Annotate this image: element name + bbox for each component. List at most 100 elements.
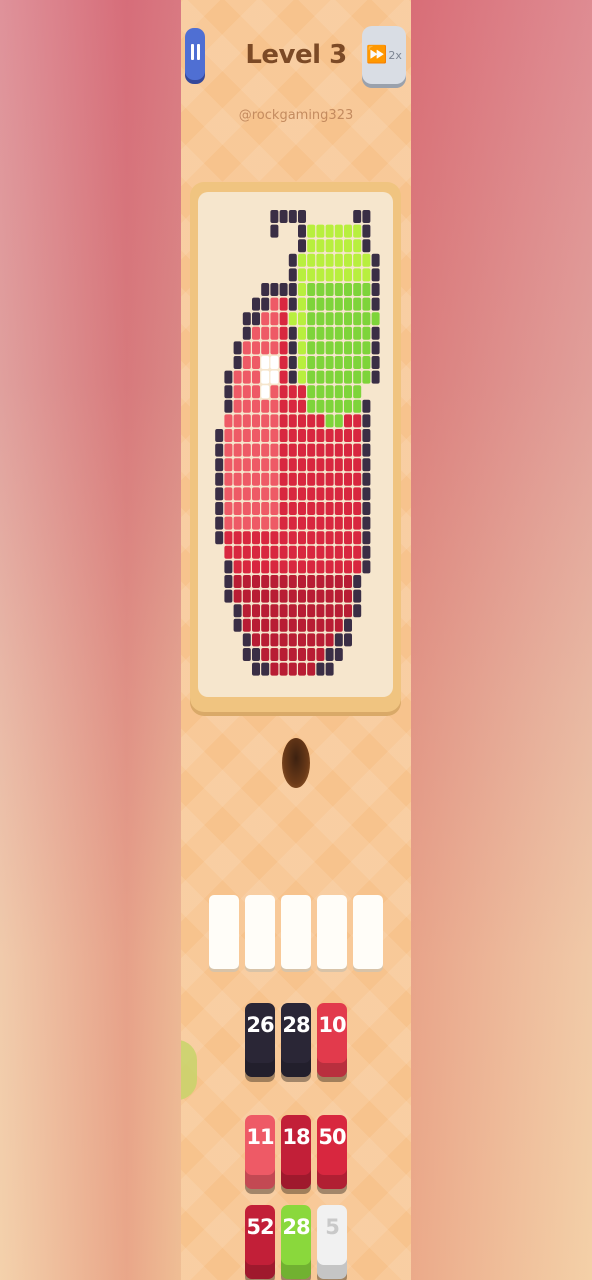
pixel-tile <box>344 341 352 355</box>
pixel-tile <box>261 370 270 384</box>
pixel-tile <box>325 239 334 253</box>
pixel-tile <box>325 604 334 618</box>
pixel-tile <box>298 414 306 428</box>
pixel-tile <box>242 545 251 559</box>
answer-slot[interactable] <box>317 895 347 969</box>
pixel-tile <box>279 399 288 413</box>
pixel-tile <box>334 224 343 238</box>
pixel-tile <box>353 575 362 588</box>
color-block[interactable]: 11 <box>245 1115 275 1189</box>
pixel-tile <box>270 662 279 676</box>
color-block[interactable]: 28 <box>281 1003 311 1077</box>
pixel-tile <box>224 589 233 603</box>
pixel-tile <box>334 589 343 603</box>
pixel-tile <box>288 589 297 603</box>
pixel-tile <box>334 370 343 384</box>
pixel-tile <box>334 472 343 486</box>
pixel-tile <box>224 443 233 457</box>
pixel-art-strawberry <box>215 210 380 676</box>
pixel-tile <box>334 516 343 530</box>
pixel-tile <box>371 268 380 282</box>
pixel-tile <box>270 648 279 661</box>
pixel-tile <box>270 545 279 559</box>
color-block[interactable]: 50 <box>317 1115 347 1189</box>
color-block[interactable]: 52 <box>245 1205 275 1279</box>
pixel-tile <box>362 326 371 340</box>
pixel-tile <box>353 297 362 311</box>
pixel-tile <box>298 297 306 311</box>
pixel-tile <box>252 575 260 588</box>
pixel-tile <box>298 312 306 326</box>
pixel-tile <box>279 385 288 399</box>
pixel-tile <box>215 458 224 472</box>
pixel-tile <box>307 545 316 559</box>
answer-slot[interactable] <box>353 895 383 969</box>
pixel-tile <box>307 239 316 253</box>
color-block[interactable]: 28 <box>281 1205 311 1279</box>
pixel-tile <box>233 429 242 442</box>
pixel-tile <box>362 472 371 486</box>
pixel-tile <box>279 604 288 618</box>
pixel-tile <box>252 297 260 311</box>
pixel-tile <box>279 458 288 472</box>
pixel-tile <box>325 487 334 501</box>
pixel-tile <box>371 312 380 326</box>
pixel-tile <box>307 472 316 486</box>
pixel-tile <box>307 633 316 647</box>
pixel-tile <box>279 516 288 530</box>
pixel-tile <box>252 487 260 501</box>
pixel-tile <box>279 370 288 384</box>
pixel-tile <box>353 253 362 267</box>
pixel-tile <box>288 472 297 486</box>
pixel-tile <box>270 326 279 340</box>
pixel-tile <box>371 341 380 355</box>
pixel-tile <box>334 648 343 661</box>
pixel-tile <box>242 531 251 545</box>
pixel-tile <box>252 414 260 428</box>
pixel-tile <box>261 326 270 340</box>
pixel-tile <box>261 633 270 647</box>
pixel-tile <box>288 604 297 618</box>
pixel-tile <box>316 224 325 238</box>
pixel-tile <box>279 443 288 457</box>
pixel-tile <box>307 618 316 632</box>
pixel-tile <box>270 516 279 530</box>
fast-forward-icon: ⏩ <box>366 45 388 65</box>
blurred-background-right <box>411 0 592 1280</box>
color-block[interactable]: 18 <box>281 1115 311 1189</box>
pixel-tile <box>353 326 362 340</box>
pixel-tile <box>344 253 352 267</box>
pixel-tile <box>242 604 251 618</box>
pixel-tile <box>242 575 251 588</box>
pixel-tile <box>316 429 325 442</box>
pixel-tile <box>298 283 306 296</box>
pixel-tile <box>362 297 371 311</box>
pixel-tile <box>353 589 362 603</box>
pixel-tile <box>316 531 325 545</box>
pixel-tile <box>279 662 288 676</box>
pixel-tile <box>298 604 306 618</box>
pixel-tile <box>334 239 343 253</box>
pixel-tile <box>298 239 306 253</box>
pixel-tile <box>270 312 279 326</box>
pixel-tile <box>270 399 279 413</box>
color-block[interactable]: 26 <box>245 1003 275 1077</box>
answer-slot[interactable] <box>245 895 275 969</box>
pixel-tile <box>307 516 316 530</box>
pixel-tile <box>224 516 233 530</box>
answer-slot[interactable] <box>209 895 239 969</box>
pixel-tile <box>353 239 362 253</box>
pixel-tile <box>316 253 325 267</box>
answer-slot[interactable] <box>281 895 311 969</box>
pixel-tile <box>242 560 251 574</box>
speed-button[interactable]: ⏩ 2x <box>362 26 406 84</box>
pixel-tile <box>362 399 371 413</box>
pixel-tile <box>270 429 279 442</box>
pixel-tile <box>334 545 343 559</box>
pixel-tile <box>307 356 316 369</box>
drop-hole <box>282 738 310 788</box>
pixel-tile <box>288 414 297 428</box>
color-block[interactable]: 10 <box>317 1003 347 1077</box>
color-block[interactable]: 5 <box>317 1205 347 1279</box>
pixel-tile <box>334 531 343 545</box>
